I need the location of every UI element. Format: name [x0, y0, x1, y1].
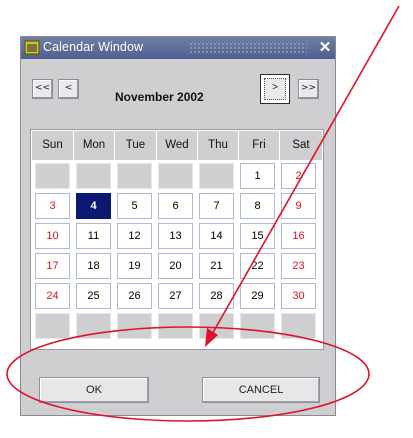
window-title: Calendar Window — [43, 40, 144, 54]
close-icon[interactable]: ✕ — [317, 39, 333, 57]
calendar-grid: Sun Mon Tue Wed Thu Fri Sat 1 2 3 4 5 6 … — [30, 129, 324, 350]
first-month-button[interactable]: << — [32, 79, 53, 99]
weekday-header: Fri — [239, 131, 280, 160]
month-year-label: November 2002 — [115, 90, 204, 104]
empty-day-cell — [199, 313, 234, 339]
day-cell[interactable]: 2 — [281, 163, 316, 189]
empty-day-cell — [76, 313, 111, 339]
day-cell[interactable]: 22 — [240, 253, 275, 279]
prev-month-button[interactable]: < — [58, 79, 79, 99]
day-cell[interactable]: 30 — [281, 283, 316, 309]
empty-day-cell — [35, 163, 70, 189]
day-cell[interactable]: 8 — [240, 193, 275, 219]
title-bar[interactable]: Calendar Window ✕ — [21, 37, 335, 59]
empty-day-cell — [117, 163, 152, 189]
empty-day-cell — [158, 313, 193, 339]
button-panel: OK CANCEL — [30, 371, 324, 409]
day-cell[interactable]: 6 — [158, 193, 193, 219]
day-cell[interactable]: 3 — [35, 193, 70, 219]
day-cell[interactable]: 10 — [35, 223, 70, 249]
day-cell[interactable]: 5 — [117, 193, 152, 219]
selected-day-cell[interactable]: 4 — [76, 193, 111, 219]
day-cell[interactable]: 15 — [240, 223, 275, 249]
day-cell[interactable]: 17 — [35, 253, 70, 279]
next-month-button[interactable]: > — [264, 78, 286, 100]
day-cell[interactable]: 27 — [158, 283, 193, 309]
day-cell[interactable]: 13 — [158, 223, 193, 249]
empty-day-cell — [199, 163, 234, 189]
day-cell[interactable]: 19 — [117, 253, 152, 279]
day-cell[interactable]: 1 — [240, 163, 275, 189]
last-month-button[interactable]: >> — [298, 79, 319, 99]
empty-day-cell — [117, 313, 152, 339]
empty-day-cell — [158, 163, 193, 189]
weekday-header: Wed — [157, 131, 198, 160]
calendar-window: Calendar Window ✕ << < November 2002 > >… — [20, 36, 336, 416]
day-cell[interactable]: 26 — [117, 283, 152, 309]
title-bar-texture — [189, 42, 307, 54]
weekday-header: Sun — [32, 131, 74, 160]
day-cell[interactable]: 25 — [76, 283, 111, 309]
month-navigation: << < November 2002 > >> — [21, 59, 335, 119]
empty-day-cell — [76, 163, 111, 189]
weekday-header: Mon — [74, 131, 115, 160]
weekday-header: Thu — [198, 131, 239, 160]
weekday-header: Sat — [280, 131, 322, 160]
ok-button[interactable]: OK — [39, 377, 149, 403]
day-cell[interactable]: 12 — [117, 223, 152, 249]
day-cell[interactable]: 11 — [76, 223, 111, 249]
day-cell[interactable]: 21 — [199, 253, 234, 279]
day-cell[interactable]: 23 — [281, 253, 316, 279]
empty-day-cell — [240, 313, 275, 339]
day-cell[interactable]: 20 — [158, 253, 193, 279]
next-month-button-focus[interactable]: > — [260, 74, 290, 104]
calendar-app-icon — [24, 40, 40, 55]
empty-day-cell — [281, 313, 316, 339]
day-cell[interactable]: 9 — [281, 193, 316, 219]
day-cell[interactable]: 14 — [199, 223, 234, 249]
weekday-header: Tue — [115, 131, 157, 160]
day-cell[interactable]: 18 — [76, 253, 111, 279]
day-cell[interactable]: 16 — [281, 223, 316, 249]
day-cell[interactable]: 29 — [240, 283, 275, 309]
empty-day-cell — [35, 313, 70, 339]
day-cell[interactable]: 7 — [199, 193, 234, 219]
day-cell[interactable]: 28 — [199, 283, 234, 309]
day-cell[interactable]: 24 — [35, 283, 70, 309]
cancel-button[interactable]: CANCEL — [202, 377, 320, 403]
